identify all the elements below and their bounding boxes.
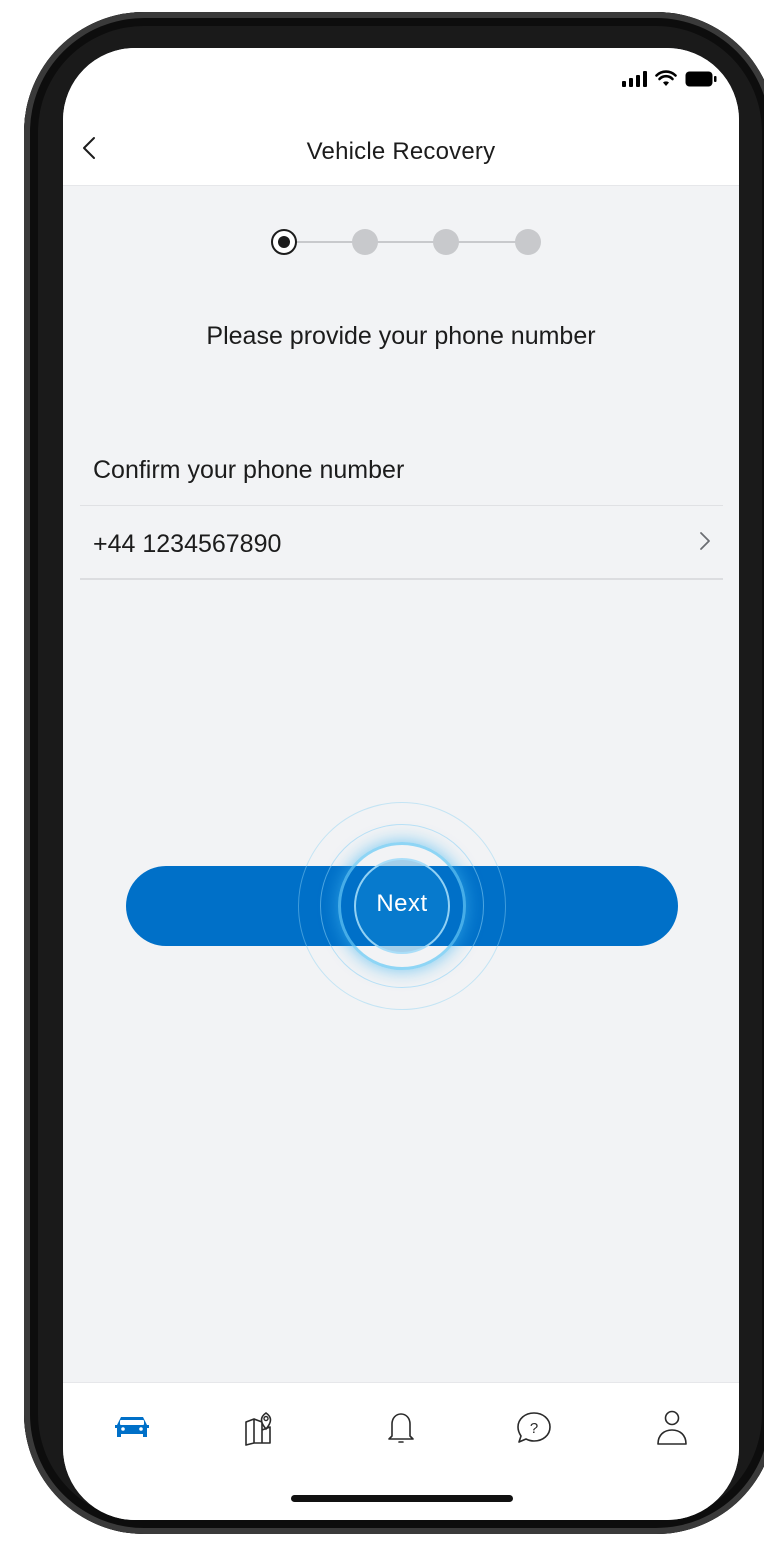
person-icon [657,1410,687,1445]
wifi-icon [655,70,677,87]
stepper-line [285,241,527,243]
map-pin-icon [245,1412,272,1446]
page-title: Vehicle Recovery [306,138,496,165]
progress-stepper [271,228,541,258]
tab-map[interactable] [235,1405,285,1451]
app-screen: Vehicle Recovery Please provide your pho… [63,48,739,1520]
tab-notifications[interactable] [376,1405,426,1451]
step-2 [352,229,378,255]
signal-icon [622,70,647,87]
status-bar [63,48,739,118]
tab-help[interactable]: ? [509,1405,559,1451]
phone-number-value: +44 1234567890 [93,530,282,558]
chevron-right-icon [699,531,711,556]
home-indicator[interactable] [291,1495,513,1502]
section-label: Confirm your phone number [93,456,405,484]
step-3 [433,229,459,255]
tab-profile[interactable] [647,1405,697,1451]
help-chat-icon: ? [517,1412,551,1443]
phone-number-row[interactable]: +44 1234567890 [80,505,723,580]
next-button[interactable]: Next [126,802,678,1010]
status-icons [622,70,717,87]
step-1-current [271,229,297,255]
car-icon [115,1417,149,1437]
svg-text:?: ? [530,1420,538,1437]
next-button-label: Next [376,890,428,917]
tab-vehicle[interactable] [107,1405,157,1451]
battery-icon [685,71,717,87]
bottom-tab-bar: ? [63,1382,739,1520]
instruction-text: Please provide your phone number [206,322,596,350]
navigation-header: Vehicle Recovery [63,118,739,186]
step-4 [515,229,541,255]
bell-icon [388,1413,414,1443]
